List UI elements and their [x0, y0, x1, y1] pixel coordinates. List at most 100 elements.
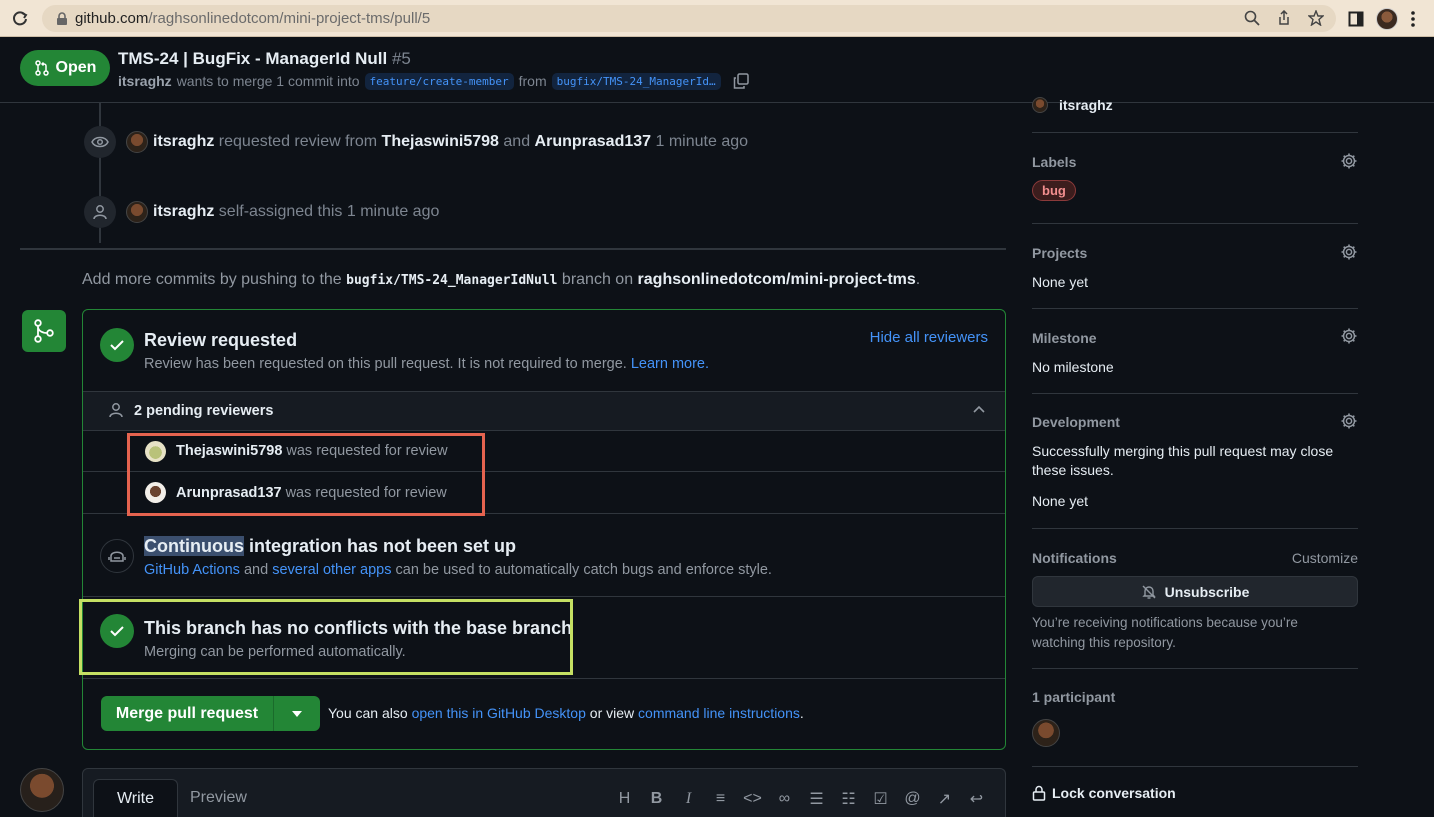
- review-requested-section: Review requested Review has been request…: [83, 310, 1005, 392]
- address-bar[interactable]: github.com/raghsonlinedotcom/mini-projec…: [42, 5, 1336, 32]
- bold-icon[interactable]: B: [647, 790, 666, 808]
- unsubscribe-button[interactable]: Unsubscribe: [1032, 576, 1358, 607]
- person-icon: [84, 196, 116, 228]
- avatar[interactable]: [1032, 719, 1060, 747]
- reply-icon[interactable]: ↩: [967, 789, 986, 809]
- timeline-user-link[interactable]: itsraghz: [153, 133, 214, 151]
- development-value: None yet: [1032, 493, 1089, 509]
- pr-author-link[interactable]: itsraghz: [118, 73, 172, 89]
- push-hint: Add more commits by pushing to the bugfi…: [82, 271, 920, 289]
- pending-reviewers-label: 2 pending reviewers: [134, 403, 274, 419]
- timeline-user-link[interactable]: itsraghz: [153, 203, 214, 221]
- development-desc: Successfully merging this pull request m…: [1032, 443, 1334, 478]
- reviewer-link[interactable]: Thejaswini5798: [382, 133, 499, 151]
- reload-icon[interactable]: [10, 9, 30, 29]
- copy-icon[interactable]: [732, 72, 750, 90]
- gear-icon[interactable]: [1340, 152, 1358, 170]
- sidebar-assignees: itsraghz: [1032, 95, 1358, 133]
- sidebar-development: Development Successfully merging this pu…: [1032, 394, 1358, 529]
- share-icon[interactable]: [1276, 10, 1294, 28]
- profile-avatar[interactable]: [1376, 8, 1398, 30]
- assignee-name[interactable]: itsraghz: [1059, 97, 1113, 113]
- avatar[interactable]: [126, 131, 148, 153]
- code-icon[interactable]: <>: [743, 790, 762, 808]
- projects-heading[interactable]: Projects: [1032, 245, 1087, 261]
- heading-icon[interactable]: H: [615, 790, 634, 808]
- label-bug[interactable]: bug: [1032, 180, 1076, 201]
- menu-dots-icon[interactable]: [1410, 10, 1416, 28]
- pending-reviewers-header[interactable]: 2 pending reviewers: [83, 392, 1005, 431]
- mention-icon[interactable]: @: [903, 790, 922, 808]
- hide-reviewers-link[interactable]: Hide all reviewers: [870, 329, 988, 346]
- lock-icon: [56, 12, 68, 26]
- hint-text: .: [915, 271, 921, 288]
- tab-preview[interactable]: Preview: [190, 789, 247, 807]
- merge-alt-prefix: You can also: [328, 705, 408, 721]
- gear-icon[interactable]: [1340, 327, 1358, 345]
- italic-icon[interactable]: I: [679, 790, 698, 808]
- hint-text: branch on: [561, 271, 634, 288]
- url-text[interactable]: github.com/raghsonlinedotcom/mini-projec…: [75, 10, 430, 27]
- timeline-text: self-assigned this 1 minute ago: [218, 203, 440, 220]
- sidepanel-icon[interactable]: [1348, 11, 1364, 27]
- gear-icon[interactable]: [1340, 243, 1358, 261]
- eye-icon: [84, 126, 116, 158]
- labels-heading[interactable]: Labels: [1032, 154, 1076, 170]
- gear-icon[interactable]: [1340, 412, 1358, 430]
- customize-link[interactable]: Customize: [1292, 550, 1358, 566]
- robot-icon: [100, 539, 134, 573]
- pull-request-icon: [34, 60, 50, 76]
- merge-alt-text: You can also open this in GitHub Desktop…: [328, 705, 804, 721]
- avatar[interactable]: [20, 768, 64, 812]
- milestone-heading[interactable]: Milestone: [1032, 330, 1097, 346]
- head-branch-chip[interactable]: bugfix/TMS-24_ManagerId…: [551, 72, 721, 90]
- avatar[interactable]: [126, 201, 148, 223]
- zoom-icon[interactable]: [1244, 10, 1262, 28]
- pr-title: TMS-24 | BugFix - ManagerId Null #5: [118, 49, 411, 69]
- bullet-list-icon[interactable]: ☰: [807, 789, 826, 809]
- ci-section: Continuous integration has not been set …: [83, 515, 1005, 597]
- timeline-text: and: [503, 133, 531, 150]
- caret-down-icon: [292, 710, 302, 717]
- github-actions-link[interactable]: GitHub Actions: [144, 562, 240, 578]
- ci-subtitle: GitHub Actions and several other apps ca…: [144, 562, 772, 578]
- unsubscribe-label: Unsubscribe: [1164, 583, 1250, 600]
- development-heading[interactable]: Development: [1032, 414, 1120, 430]
- chevron-up-icon[interactable]: [973, 405, 985, 413]
- browser-toolbar: github.com/raghsonlinedotcom/mini-projec…: [0, 0, 1434, 37]
- hint-repo-link[interactable]: raghsonlinedotcom/mini-project-tms: [638, 271, 916, 288]
- timeline-time[interactable]: 1 minute ago: [656, 133, 749, 151]
- bookmark-star-icon[interactable]: [1308, 10, 1326, 28]
- cross-reference-icon[interactable]: ↗: [935, 789, 954, 809]
- quote-icon[interactable]: ≡: [711, 790, 730, 808]
- avatar[interactable]: [1032, 97, 1048, 113]
- sidebar-labels: Labels bug: [1032, 133, 1358, 224]
- hint-text: Add more commits by pushing to the: [82, 271, 342, 288]
- other-apps-link[interactable]: several other apps: [272, 562, 391, 578]
- merge-pull-request-button[interactable]: Merge pull request: [101, 696, 274, 731]
- lock-conversation-label: Lock conversation: [1052, 785, 1176, 801]
- numbered-list-icon[interactable]: ☷: [839, 789, 858, 809]
- review-subtitle-text: Review has been requested on this pull r…: [144, 356, 627, 372]
- timeline-item-self-assigned: itsraghz self-assigned this 1 minute ago: [84, 196, 439, 228]
- open-desktop-link[interactable]: open this in GitHub Desktop: [412, 705, 586, 721]
- task-list-icon[interactable]: ☑: [871, 789, 890, 809]
- command-line-link[interactable]: command line instructions: [638, 705, 800, 721]
- sidebar-notifications: Notifications Customize Unsubscribe You’…: [1032, 529, 1358, 669]
- tab-write[interactable]: Write: [93, 779, 178, 817]
- timeline-divider: [20, 248, 1006, 250]
- link-icon[interactable]: ∞: [775, 790, 794, 808]
- base-branch-chip[interactable]: feature/create-member: [364, 72, 514, 90]
- lock-conversation-button[interactable]: Lock conversation: [1032, 785, 1176, 801]
- learn-more-link[interactable]: Learn more.: [631, 356, 709, 372]
- markdown-toolbar: H B I ≡ <> ∞ ☰ ☷ ☑ @ ↗ ↩: [615, 789, 986, 809]
- reviewer-link[interactable]: Arunprasad137: [535, 133, 652, 151]
- pr-state-badge: Open: [20, 50, 110, 86]
- highlight-box-no-conflicts: [79, 599, 573, 675]
- merge-options-dropdown[interactable]: [274, 696, 320, 731]
- ci-text: can be used to automatically catch bugs …: [395, 562, 772, 578]
- highlight-box-reviewers: [127, 433, 485, 516]
- git-merge-icon: [22, 310, 66, 352]
- review-title: Review requested: [144, 330, 298, 350]
- ci-title-highlight: Continuous: [144, 536, 244, 556]
